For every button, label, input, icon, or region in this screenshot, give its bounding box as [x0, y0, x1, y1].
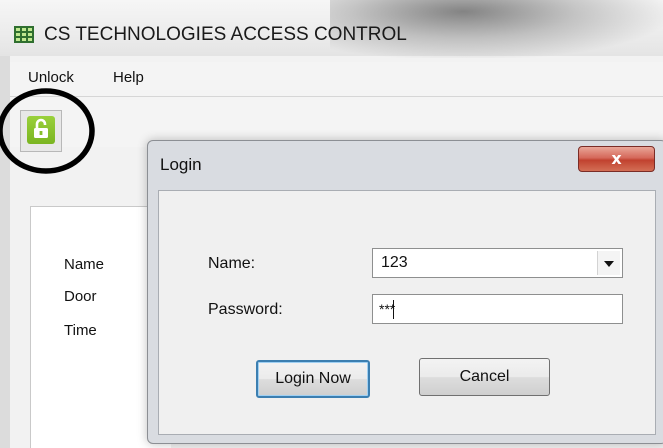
dialog-title: Login	[160, 155, 202, 174]
text-caret	[393, 300, 394, 319]
info-label-door: Door	[64, 288, 97, 305]
name-dropdown[interactable]: 123	[372, 248, 623, 278]
close-icon: x	[611, 149, 622, 168]
dialog-body: Name: 123 Password: Login Now Cancel	[158, 190, 656, 435]
password-label: Password:	[208, 301, 283, 318]
name-value: 123	[381, 254, 408, 271]
menu-item-unlock[interactable]: Unlock	[28, 69, 74, 86]
info-label-name: Name	[64, 256, 105, 273]
cancel-button[interactable]: Cancel	[419, 358, 550, 396]
window-title: CS TECHNOLOGIES ACCESS CONTROL	[44, 24, 407, 45]
app-screen: CS TECHNOLOGIES ACCESS CONTROL Unlock He…	[0, 0, 663, 448]
name-label: Name:	[208, 255, 256, 272]
grid-app-icon	[14, 26, 34, 43]
login-now-button[interactable]: Login Now	[256, 360, 370, 398]
info-label-time: Time	[64, 322, 97, 339]
menu-item-help[interactable]: Help	[113, 69, 144, 86]
annotation-circle	[0, 88, 95, 174]
chevron-down-icon[interactable]	[597, 251, 620, 275]
menu-bar: Unlock Help	[10, 62, 663, 97]
close-button[interactable]: x	[578, 146, 655, 172]
password-field[interactable]	[372, 294, 623, 324]
login-dialog: Login x Name: 123 Password: Login Now Ca…	[147, 140, 663, 444]
